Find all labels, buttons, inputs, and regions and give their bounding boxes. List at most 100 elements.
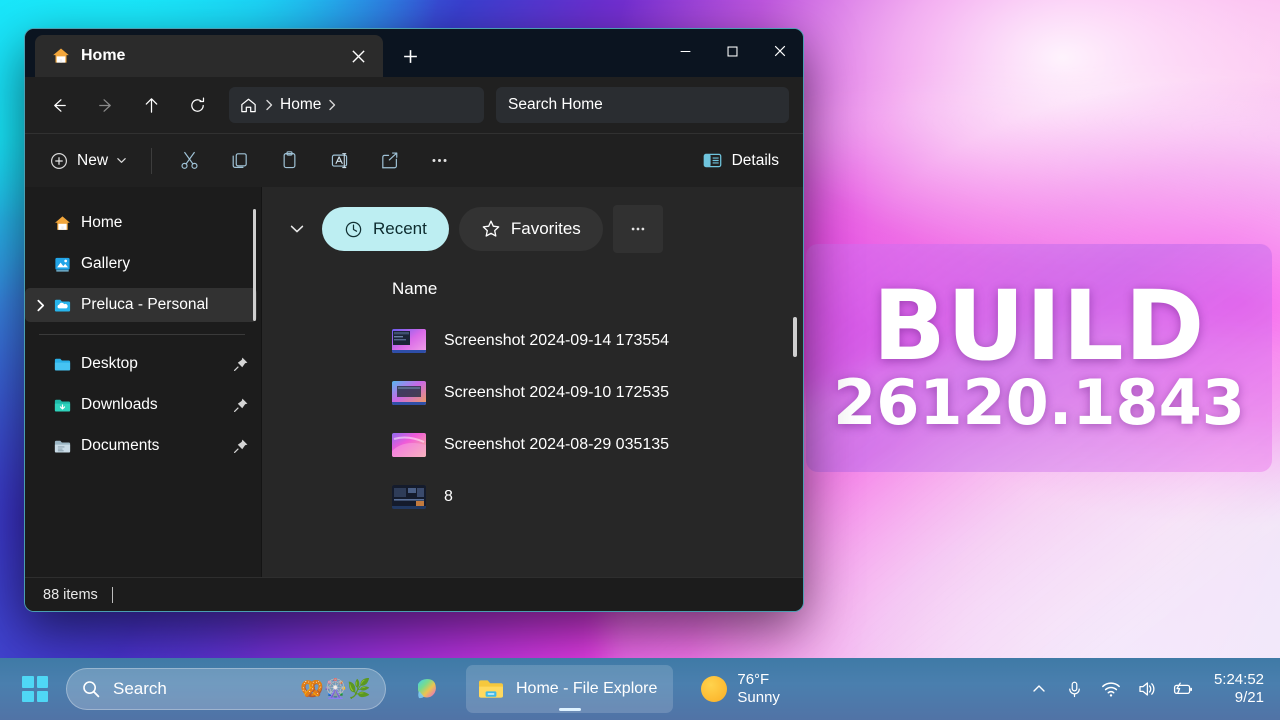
weather-widget[interactable]: 76°F Sunny: [701, 671, 780, 706]
item-count-label: 88 items: [43, 586, 98, 603]
paste-icon[interactable]: [266, 143, 312, 179]
list-item[interactable]: Screenshot 2024-08-29 035135: [262, 419, 803, 471]
copy-icon[interactable]: [216, 143, 262, 179]
new-tab-button[interactable]: [395, 41, 425, 71]
onedrive-folder-icon: [53, 296, 72, 315]
sun-icon: [701, 676, 728, 702]
breadcrumb-home[interactable]: Home: [280, 96, 321, 114]
taskbar-search-text: Search: [113, 679, 167, 698]
navigation-bar: Home Search Home: [25, 77, 803, 133]
screenshot-thumb-3: [392, 433, 426, 457]
list-item[interactable]: Screenshot 2024-09-14 173554: [262, 315, 803, 367]
pin-icon[interactable]: [233, 397, 249, 413]
sidebar-item-label: Gallery: [81, 255, 131, 272]
details-pane-icon: [702, 150, 723, 171]
expand-caret-icon[interactable]: [284, 216, 310, 242]
details-button[interactable]: Details: [692, 144, 789, 178]
back-button[interactable]: [39, 88, 79, 122]
chevron-right-icon[interactable]: [33, 299, 47, 312]
rename-icon[interactable]: [316, 143, 362, 179]
speaker-icon[interactable]: [1130, 669, 1164, 709]
gallery-icon: [53, 255, 72, 274]
weather-temperature: 76°F: [737, 671, 770, 689]
screenshot-thumb-2: [392, 381, 426, 405]
tab-close-icon[interactable]: [343, 41, 373, 71]
up-button[interactable]: [131, 88, 171, 122]
start-button[interactable]: [12, 666, 58, 712]
minimize-button[interactable]: [662, 29, 709, 73]
sidebar-item-preluca-personal[interactable]: Preluca - Personal: [25, 288, 257, 322]
maximize-button[interactable]: [709, 29, 756, 73]
chip-favorites[interactable]: Favorites: [458, 207, 603, 251]
breadcrumb-separator-2[interactable]: [327, 99, 337, 111]
chip-recent[interactable]: Recent: [322, 207, 449, 251]
window-controls: [662, 29, 803, 73]
taskbar-item-label: Home - File Explore: [516, 680, 658, 697]
clock[interactable]: 5:24:52 9/21: [1214, 671, 1264, 707]
file-explorer-window: Home Home Search Home New Details Home G…: [24, 28, 804, 612]
search-icon: [81, 679, 101, 699]
column-header-name[interactable]: Name: [262, 253, 803, 299]
pin-icon[interactable]: [233, 438, 249, 454]
sidebar-item-label: Preluca - Personal: [81, 296, 209, 313]
microphone-icon[interactable]: [1058, 669, 1092, 709]
taskbar-item-file-explorer[interactable]: Home - File Explore: [466, 665, 674, 713]
search-input[interactable]: Search Home: [496, 87, 789, 123]
home-outline-icon[interactable]: [239, 96, 258, 115]
sidebar-item-home[interactable]: Home: [25, 206, 257, 240]
clock-time: 5:24:52: [1213, 671, 1264, 688]
sidebar-item-downloads[interactable]: Downloads: [25, 388, 257, 422]
list-item[interactable]: 8: [262, 471, 803, 523]
screenshot-thumb-4: [392, 485, 426, 509]
file-list-scrollbar[interactable]: [793, 317, 797, 357]
battery-charging-icon[interactable]: [1166, 669, 1200, 709]
plus-circle-icon: [49, 151, 69, 171]
share-icon[interactable]: [366, 143, 412, 179]
windows-logo-icon: [22, 676, 48, 702]
star-icon: [481, 219, 501, 239]
file-name: 8: [444, 488, 453, 505]
chip-label: Favorites: [510, 219, 581, 238]
new-button-label: New: [77, 151, 109, 169]
tab-home[interactable]: Home: [35, 35, 383, 77]
list-item[interactable]: Screenshot 2024-09-10 172535: [262, 367, 803, 419]
refresh-button[interactable]: [177, 88, 217, 122]
title-bar: Home: [25, 29, 803, 77]
weather-condition: Sunny: [737, 689, 780, 706]
tab-title: Home: [81, 47, 126, 64]
sidebar-item-desktop[interactable]: Desktop: [25, 347, 257, 381]
sidebar-scrollbar[interactable]: [253, 209, 256, 321]
status-bar: 88 items: [25, 577, 803, 611]
chip-label: Recent: [373, 219, 427, 238]
file-name: Screenshot 2024-09-14 173554: [444, 332, 670, 349]
command-divider: [151, 147, 153, 174]
home-icon: [53, 214, 72, 233]
forward-button[interactable]: [85, 88, 125, 122]
search-text: Search Home: [508, 96, 603, 113]
chip-more-icon[interactable]: [612, 205, 663, 253]
clock-date: 9/21: [1234, 689, 1264, 706]
taskbar-left-group: Search 🥨🎡🌿 Home - File Explore 76°F Sunn…: [12, 665, 780, 713]
sidebar-item-gallery[interactable]: Gallery: [25, 247, 257, 281]
desktop: BUILD 26120.1843 Home Home Search Home N…: [0, 0, 1280, 720]
address-bar[interactable]: Home: [229, 87, 484, 123]
breadcrumb-separator-1[interactable]: [264, 99, 274, 111]
taskbar-search-box[interactable]: Search 🥨🎡🌿: [66, 668, 386, 710]
more-options-icon[interactable]: [416, 143, 462, 179]
system-tray: 5:24:52 9/21: [1022, 669, 1268, 709]
build-number: 26120.1843: [833, 366, 1245, 440]
weather-text: 76°F Sunny: [737, 671, 780, 706]
pin-icon[interactable]: [233, 356, 249, 372]
sidebar-item-documents[interactable]: Documents: [25, 429, 257, 463]
new-button[interactable]: New: [39, 144, 137, 178]
search-highlight-emoji[interactable]: 🥨🎡🌿: [300, 677, 371, 701]
sidebar-item-label: Home: [81, 214, 123, 231]
copilot-button[interactable]: [404, 666, 450, 712]
close-button[interactable]: [756, 29, 803, 73]
folder-icon: [476, 674, 506, 704]
wifi-icon[interactable]: [1094, 669, 1128, 709]
folder-downloads-icon: [53, 396, 72, 415]
cut-icon[interactable]: [166, 143, 212, 179]
build-label: BUILD: [872, 269, 1206, 382]
tray-overflow-icon[interactable]: [1022, 669, 1056, 709]
